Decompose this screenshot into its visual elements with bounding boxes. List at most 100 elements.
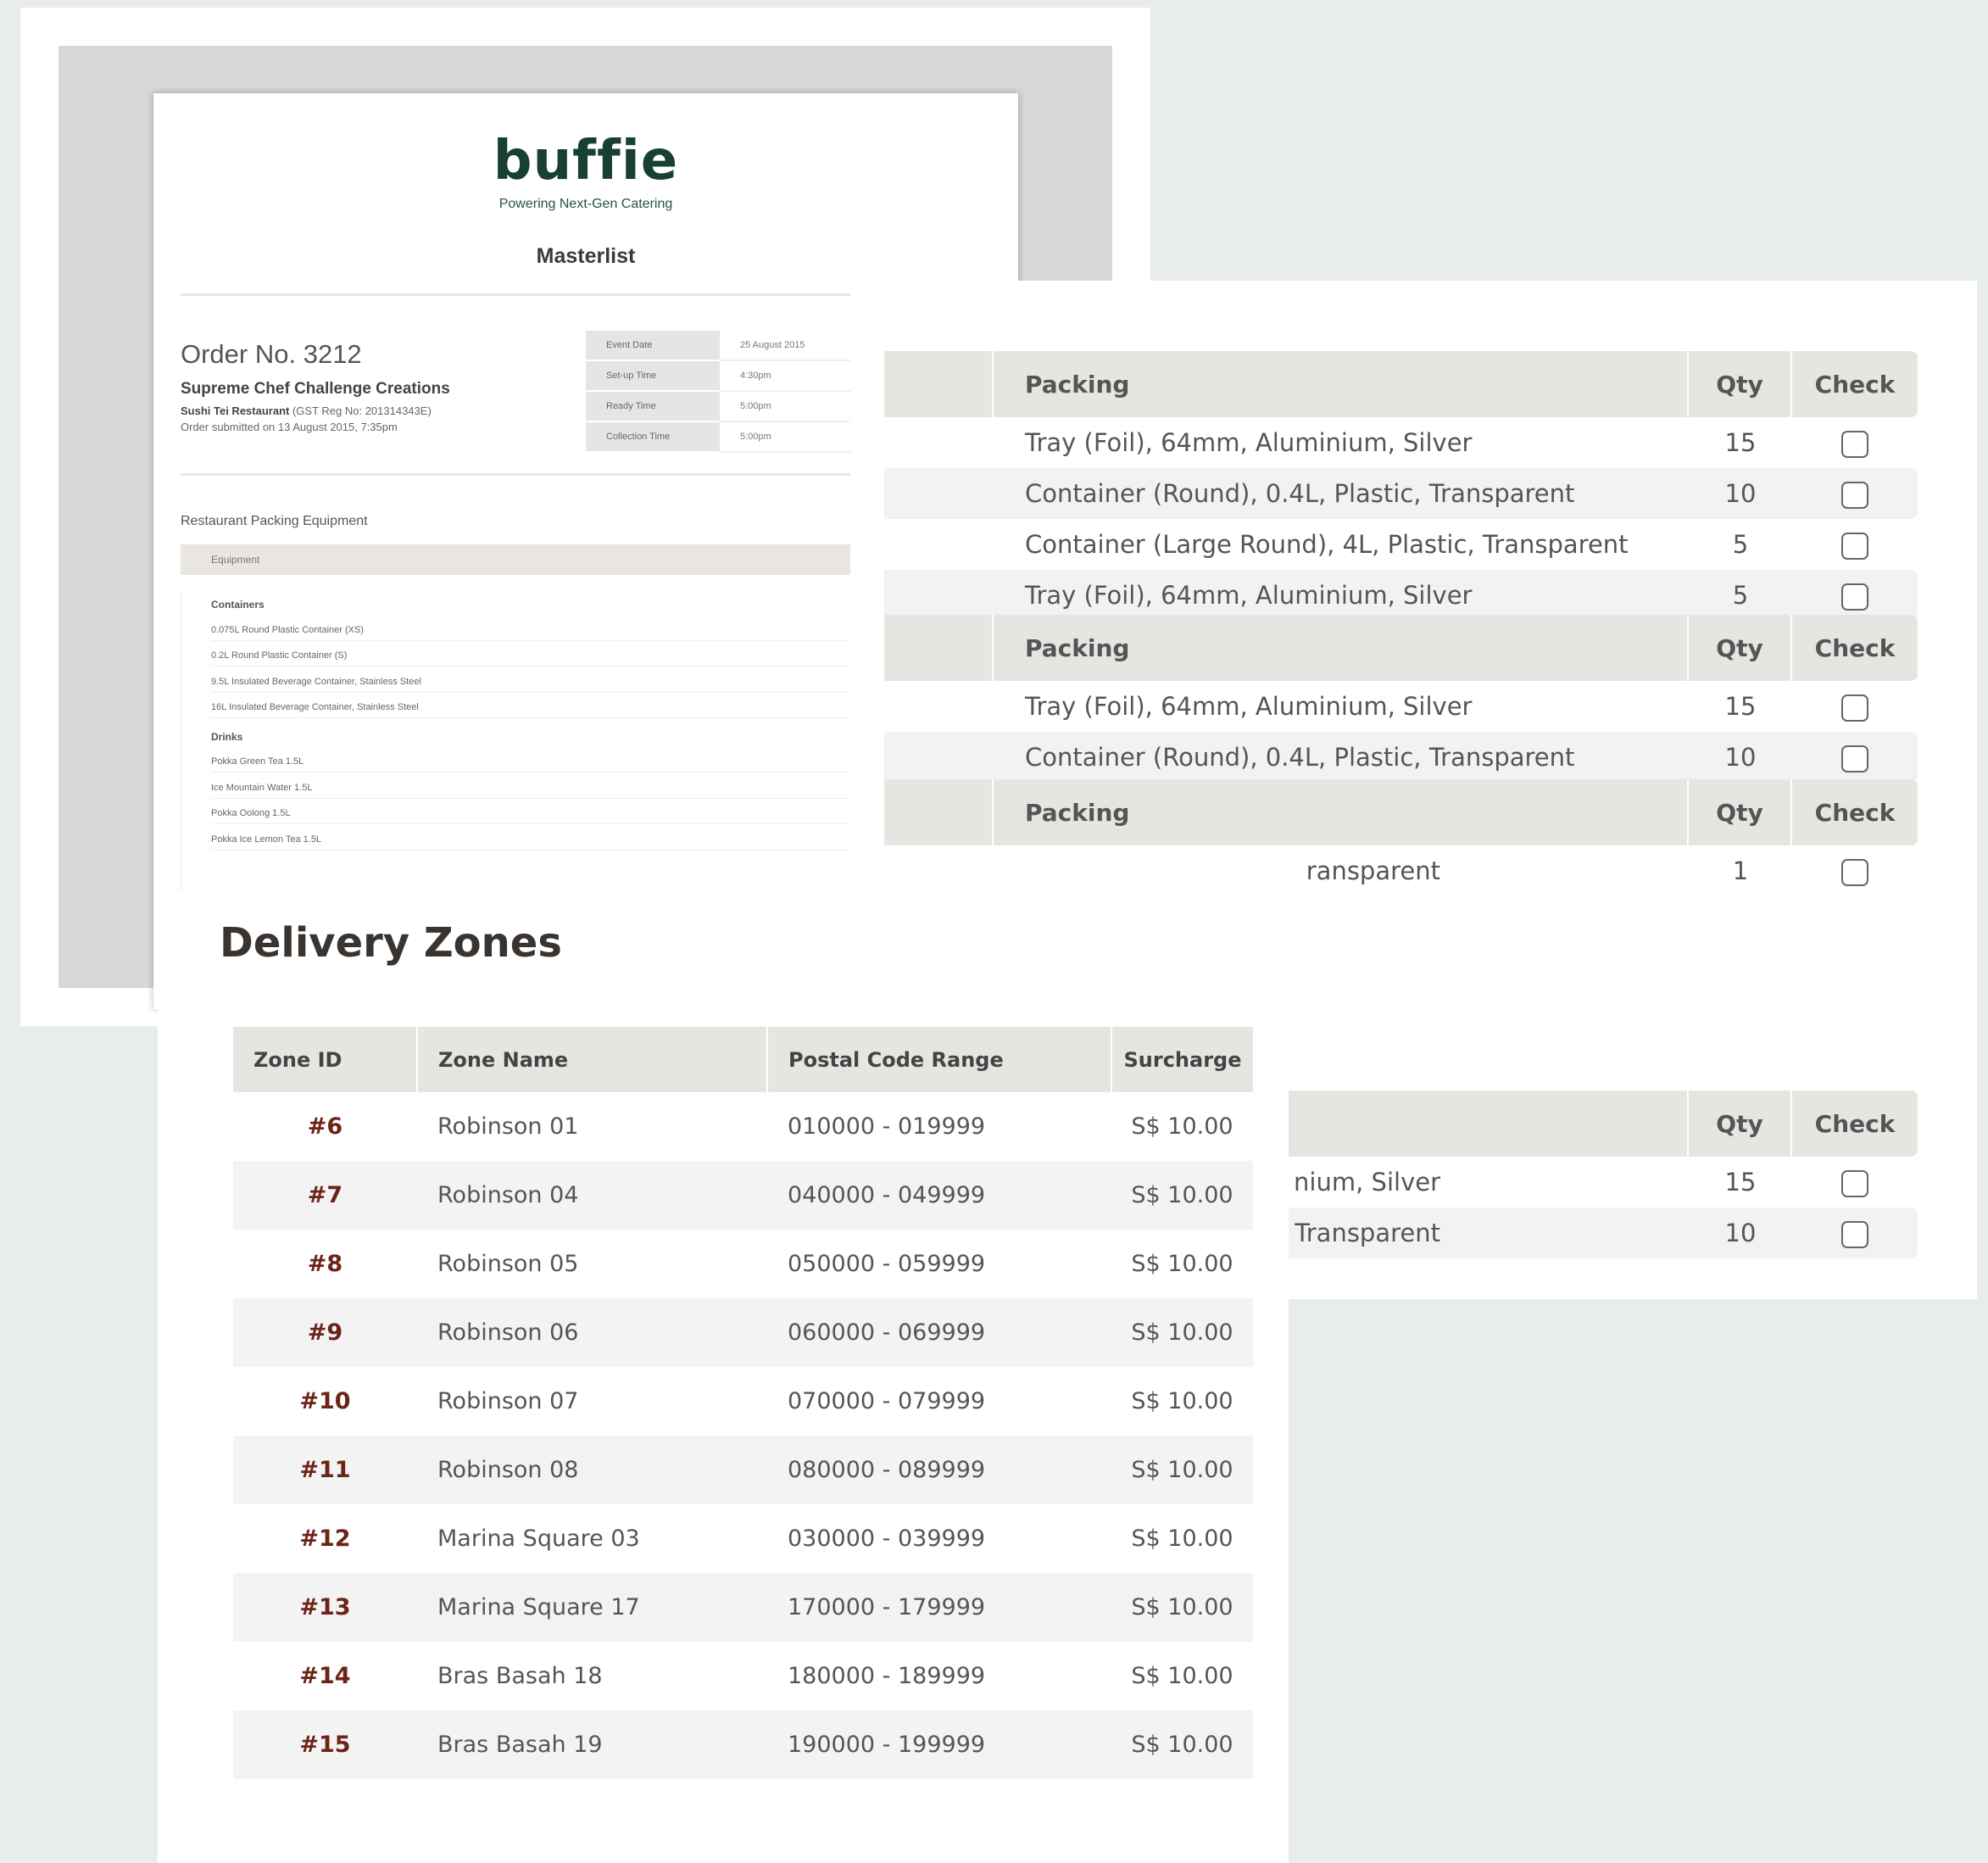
surcharge: S$ 10.00 [1111,1573,1253,1642]
zone-row: #7 Robinson 04 040000 - 049999 S$ 10.00 [233,1161,1253,1230]
group-title: Containers [211,599,265,611]
check-checkbox[interactable] [1841,1220,1868,1248]
meta-row: Set-up Time 4:30pm [586,360,850,392]
zone-name: Robinson 08 [417,1436,767,1504]
header-zone-id: Zone ID [233,1027,418,1092]
divider [181,293,850,296]
check-checkbox[interactable] [1841,858,1868,886]
equipment-item: Pokka Oolong 1.5L [211,808,850,824]
header-packing: Packing [994,615,1689,681]
packing-item: Tray (Foil), 64mm, Aluminium, Silver [994,570,1689,621]
header-check: Check [1792,1090,1918,1157]
section-title: Restaurant Packing Equipment [181,514,368,528]
packing-item: Container (Round), 0.4L, Plastic, Transp… [994,468,1689,519]
zone-name: Bras Basah 18 [437,1663,603,1689]
packing-qty: 5 [1732,530,1749,559]
event-name: Supreme Chef Challenge Creations [181,380,450,398]
zone-row: #8 Robinson 05 050000 - 059999 S$ 10.00 [233,1230,1253,1298]
surcharge: S$ 10.00 [1131,1663,1233,1689]
packing-row: Tray (Foil), 64mm, Aluminium, Silver 5 [884,570,1918,621]
meta-label: Set-up Time [586,360,720,392]
zone-row: #13 Marina Square 17 170000 - 179999 S$ … [233,1573,1253,1642]
header-qty: Qty [1689,1090,1792,1157]
row-spacer [884,732,994,783]
delivery-zones-title: Delivery Zones [220,919,562,967]
surcharge: S$ 10.00 [1131,1388,1233,1414]
header-spacer [884,779,994,845]
check-cell [1792,681,1918,732]
surcharge: S$ 10.00 [1111,1436,1253,1504]
check-checkbox[interactable] [1841,481,1868,509]
check-checkbox[interactable] [1841,532,1868,560]
check-checkbox[interactable] [1841,430,1868,458]
divider [181,473,850,476]
buffie-logo: buffie [493,130,679,192]
header-qty: Qty [1689,615,1792,681]
header-qty: Qty [1689,351,1792,417]
zone-name: Robinson 07 [437,1388,579,1414]
header-surcharge: Surcharge [1111,1027,1253,1092]
header-packing: Packing [994,779,1689,845]
row-spacer [884,570,994,621]
zone-id: #9 [233,1298,417,1367]
packing-row: Container (Round), 0.4L, Plastic, Transp… [884,468,1918,519]
equipment-item: 16L Insulated Beverage Container, Stainl… [211,702,850,718]
check-checkbox[interactable] [1841,694,1868,722]
masterlist-title: Masterlist [536,244,636,268]
packing-header-row: Packing Qty Check [884,351,1918,417]
row-spacer [884,681,994,732]
check-cell [1792,1208,1918,1258]
meta-value: 5:00pm [720,421,850,453]
surcharge: S$ 10.00 [1131,1113,1233,1140]
zone-name: Marina Square 17 [417,1573,767,1642]
header-spacer [884,615,994,681]
meta-row: Ready Time 5:00pm [586,391,850,422]
header-check: Check [1792,351,1918,417]
meta-row: Collection Time 5:00pm [586,421,850,453]
meta-value: 5:00pm [720,391,850,422]
submitted-timestamp: Order submitted on 13 August 2015, 7:35p… [181,421,398,433]
check-checkbox[interactable] [1841,583,1868,611]
check-checkbox[interactable] [1841,745,1868,773]
surcharge: S$ 10.00 [1131,1251,1233,1277]
zone-row: #12 Marina Square 03 030000 - 039999 S$ … [233,1504,1253,1573]
equipment-item: 0.2L Round Plastic Container (S) [211,650,850,667]
header-qty: Qty [1689,779,1792,845]
packing-qty: 5 [1689,570,1792,621]
equipment-item: Pokka Ice Lemon Tea 1.5L [211,834,850,851]
packing-qty: 15 [1724,692,1757,721]
zone-row: #10 Robinson 07 070000 - 079999 S$ 10.00 [233,1367,1253,1436]
zone-name: Bras Basah 19 [417,1710,767,1779]
order-number: Order No. 3212 [181,339,362,369]
postal-range: 080000 - 089999 [767,1436,1111,1504]
zone-name: Marina Square 03 [437,1526,640,1552]
equipment-item: 9.5L Insulated Beverage Container, Stain… [211,677,850,693]
zone-row: #14 Bras Basah 18 180000 - 189999 S$ 10.… [233,1642,1253,1710]
packing-qty: 1 [1732,856,1749,885]
packing-item: Container (Round), 0.4L, Plastic, Transp… [994,732,1689,783]
postal-range: 060000 - 069999 [767,1298,1111,1367]
postal-range: 070000 - 079999 [788,1388,986,1414]
surcharge: S$ 10.00 [1111,1710,1253,1779]
meta-value: 25 August 2015 [720,331,850,361]
zone-name: Robinson 05 [437,1251,579,1277]
packing-item: Tray (Foil), 64mm, Aluminium, Silver [1025,428,1473,457]
packing-item: Container (Large Round), 4L, Plastic, Tr… [1025,530,1629,559]
check-cell [1792,519,1918,570]
zones-header-row: Zone ID Zone Name Postal Code Range Surc… [233,1027,1253,1092]
header-packing: Packing [994,351,1689,417]
header-postal-range: Postal Code Range [767,1027,1112,1092]
packing-item: Tray (Foil), 64mm, Aluminium, Silver [1025,692,1473,721]
postal-range: 030000 - 039999 [788,1526,986,1552]
packing-table: Packing Qty Check Tray (Foil), 64mm, Alu… [884,351,1918,621]
zone-row: #11 Robinson 08 080000 - 089999 S$ 10.00 [233,1436,1253,1504]
header-check: Check [1792,779,1918,845]
zone-name: Robinson 01 [437,1113,579,1140]
surcharge: S$ 10.00 [1131,1526,1233,1552]
row-spacer [884,468,994,519]
check-checkbox[interactable] [1841,1169,1868,1197]
zone-id: #14 [299,1663,351,1689]
packing-row: ransparent 1 [884,845,1918,896]
group-title: Drinks [211,731,243,743]
postal-range: 180000 - 189999 [788,1663,986,1689]
